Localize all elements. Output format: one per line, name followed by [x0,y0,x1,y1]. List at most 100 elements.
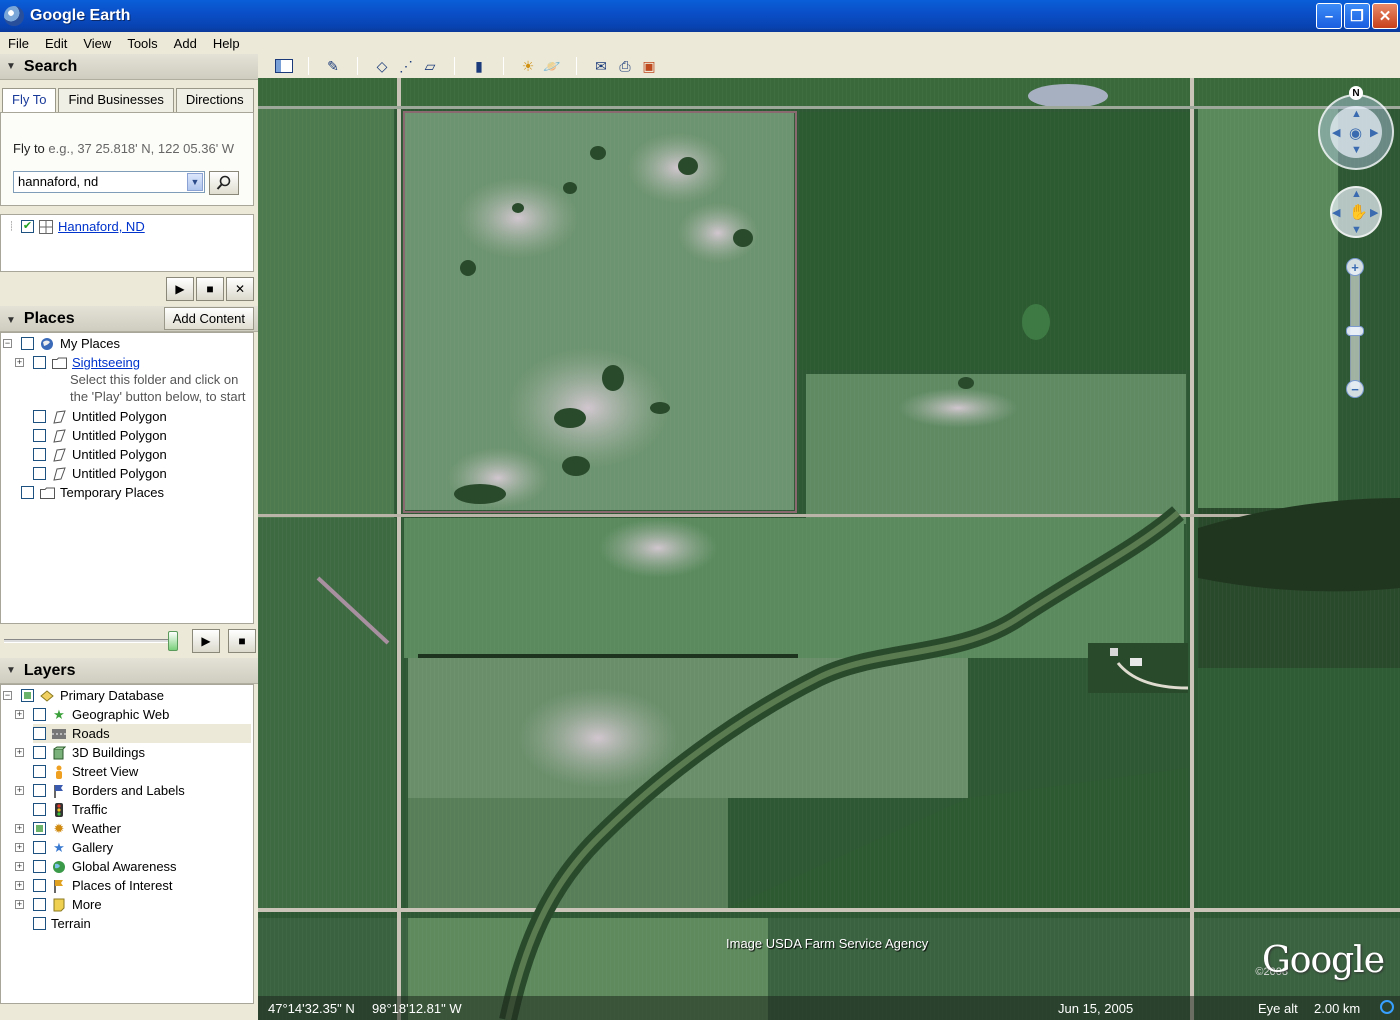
expand-icon[interactable]: + [15,862,24,871]
menu-file[interactable]: File [0,36,37,51]
expand-icon[interactable]: + [15,824,24,833]
email-icon[interactable]: ✉ [589,56,613,76]
layer-roads[interactable]: Roads [33,724,251,743]
add-content-button[interactable]: Add Content [163,307,254,330]
layer-checkbox[interactable] [33,784,46,797]
tree-item-polygon[interactable]: Untitled Polygon [33,407,167,426]
arrow-right-icon[interactable]: ▶ [1370,206,1378,219]
add-overlay-icon[interactable]: ▱ [418,56,442,76]
expand-icon[interactable]: + [15,358,24,367]
menu-help[interactable]: Help [205,36,248,51]
my-places-checkbox[interactable] [21,337,34,350]
zoom-in-icon[interactable]: + [1346,258,1364,276]
temporary-places-checkbox[interactable] [21,486,34,499]
collapse-triangle-icon[interactable]: ▼ [6,665,16,676]
layer-checkbox[interactable] [33,879,46,892]
satellite-imagery[interactable] [258,78,1400,1020]
tree-item-temporary-places[interactable]: Temporary Places [21,483,164,502]
terrain-checkbox[interactable] [33,917,46,930]
polygon-checkbox[interactable] [33,410,46,423]
tree-item-polygon[interactable]: Untitled Polygon [33,426,167,445]
layer-more[interactable]: More [33,895,102,914]
layer-terrain[interactable]: Terrain [33,914,91,933]
close-button[interactable]: ✕ [1372,3,1398,29]
stop-icon[interactable]: ■ [196,277,224,301]
arrow-left-icon[interactable]: ◀ [1332,206,1340,219]
layer-checkbox[interactable] [33,708,46,721]
layer-weather[interactable]: ✹ Weather [33,819,121,838]
print-icon[interactable]: ⎙ [613,56,637,76]
layer-borders-labels[interactable]: Borders and Labels [33,781,185,800]
sunlight-icon[interactable]: ☀ [516,56,540,76]
menu-tools[interactable]: Tools [119,36,165,51]
layer-checkbox[interactable] [33,765,46,778]
chevron-down-icon[interactable]: ▼ [187,173,203,191]
layer-gallery[interactable]: ★ Gallery [33,838,113,857]
north-indicator[interactable]: N [1349,86,1363,100]
add-placemark-icon[interactable]: ✎ [321,56,345,76]
places-panel-header[interactable]: ▼ Places Add Content [0,306,258,332]
zoom-out-icon[interactable]: − [1346,380,1364,398]
tree-item-polygon[interactable]: Untitled Polygon [33,464,167,483]
layer-global-awareness[interactable]: Global Awareness [33,857,177,876]
google-maps-icon[interactable]: ▣ [637,56,661,76]
layer-checkbox[interactable] [33,898,46,911]
tab-find-businesses[interactable]: Find Businesses [58,88,174,112]
arrow-right-icon[interactable]: ▶ [1370,126,1378,139]
expand-icon[interactable]: + [15,748,24,757]
stop-icon[interactable]: ■ [228,629,256,653]
fly-to-input[interactable]: hannaford, nd ▼ [13,171,205,193]
tree-item-primary-database[interactable]: Primary Database [21,686,164,705]
result-link[interactable]: Hannaford, ND [58,219,145,234]
polygon-checkbox[interactable] [33,448,46,461]
ruler-icon[interactable]: ▮ [467,56,491,76]
collapse-triangle-icon[interactable]: ▼ [6,315,16,326]
sightseeing-link[interactable]: Sightseeing [72,355,140,370]
play-icon[interactable]: ▶ [192,629,220,653]
clear-icon[interactable]: ✕ [226,277,254,301]
play-icon[interactable]: ▶ [166,277,194,301]
arrow-down-icon[interactable]: ▼ [1351,144,1362,156]
expand-icon[interactable]: + [15,710,24,719]
layer-checkbox[interactable] [33,746,46,759]
map-view[interactable]: Image USDA Farm Service Agency ©2008 Goo… [258,78,1400,1020]
layer-checkbox[interactable] [33,822,46,835]
sidebar-toggle-icon[interactable] [272,56,296,76]
arrow-up-icon[interactable]: ▲ [1351,108,1362,120]
tree-item-my-places[interactable]: My Places [21,334,120,353]
collapse-triangle-icon[interactable]: ▼ [6,61,16,72]
expand-icon[interactable]: + [15,786,24,795]
tree-item-sightseeing[interactable]: Sightseeing [33,353,140,372]
layer-checkbox[interactable] [33,727,46,740]
tab-directions[interactable]: Directions [175,88,254,112]
zoom-slider-thumb[interactable] [1346,326,1364,336]
layer-geographic-web[interactable]: ★ Geographic Web [33,705,169,724]
add-polygon-icon[interactable]: ◇ [370,56,394,76]
collapse-icon[interactable]: − [3,339,12,348]
expand-icon[interactable]: + [15,881,24,890]
arrow-down-icon[interactable]: ▼ [1351,224,1362,236]
result-item[interactable]: ✔ Hannaford, ND [21,219,145,234]
layer-street-view[interactable]: Street View [33,762,138,781]
tab-fly-to[interactable]: Fly To [2,88,57,112]
layer-checkbox[interactable] [33,860,46,873]
layer-checkbox[interactable] [33,841,46,854]
menu-add[interactable]: Add [166,36,205,51]
layer-traffic[interactable]: Traffic [33,800,107,819]
layer-places-of-interest[interactable]: Places of Interest [33,876,172,895]
maximize-button[interactable]: ❐ [1344,3,1370,29]
sightseeing-checkbox[interactable] [33,356,46,369]
search-panel-header[interactable]: ▼ Search [0,54,258,80]
primary-database-checkbox[interactable] [21,689,34,702]
layer-checkbox[interactable] [33,803,46,816]
polygon-checkbox[interactable] [33,429,46,442]
add-path-icon[interactable]: ⋰ [394,56,418,76]
search-button[interactable] [209,171,239,195]
tree-item-polygon[interactable]: Untitled Polygon [33,445,167,464]
tour-slider[interactable] [4,631,178,651]
arrow-up-icon[interactable]: ▲ [1351,188,1362,200]
layers-panel-header[interactable]: ▼ Layers [0,658,258,684]
arrow-left-icon[interactable]: ◀ [1332,126,1340,139]
polygon-checkbox[interactable] [33,467,46,480]
menu-view[interactable]: View [75,36,119,51]
